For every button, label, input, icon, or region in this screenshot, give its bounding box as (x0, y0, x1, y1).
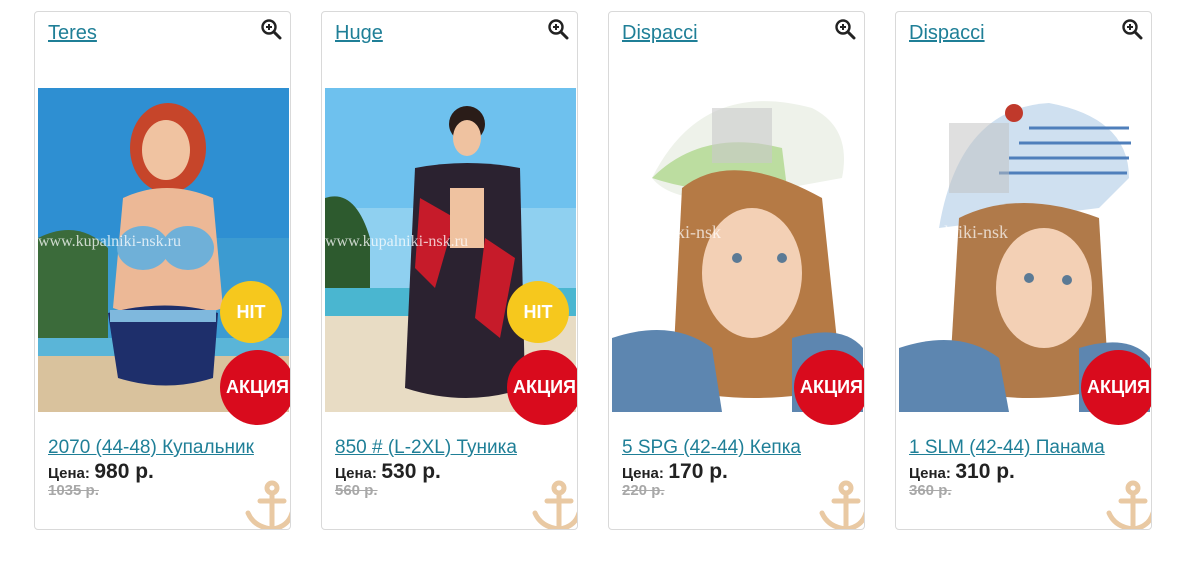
photo-watermark: www.kupalniki-nsk.ru (38, 233, 181, 250)
product-card: Teres www.kupalniki-nsk.ru HIT АКЦИЯ 207… (34, 11, 291, 530)
price: Цена: 170 р. (622, 460, 728, 484)
price-label: Цена: (48, 465, 90, 482)
sale-badge: АКЦИЯ (1081, 350, 1151, 425)
anchor-icon (819, 480, 864, 529)
brand-link[interactable]: Teres (48, 22, 97, 45)
zoom-icon[interactable] (1121, 18, 1143, 40)
product-title-link[interactable]: 2070 (44-48) Купальник (48, 437, 254, 459)
price: Цена: 310 р. (909, 460, 1015, 484)
photo-watermark: www.kupalniki-nsk.ru (325, 233, 468, 250)
product-title-link[interactable]: 5 SPG (42-44) Кепка (622, 437, 801, 459)
price-value: 170 р. (668, 460, 728, 483)
product-title-link[interactable]: 850 # (L-2XL) Туника (335, 437, 517, 459)
price-label: Цена: (335, 465, 377, 482)
old-price: 560 р. (335, 482, 378, 499)
price: Цена: 980 р. (48, 460, 154, 484)
zoom-icon[interactable] (547, 18, 569, 40)
anchor-icon (245, 480, 290, 529)
zoom-icon[interactable] (260, 18, 282, 40)
brand-link[interactable]: Dispacci (909, 22, 985, 45)
photo-watermark: kupalniki-nsk (909, 222, 1008, 242)
product-card: Dispacci kupalniki-nsk АКЦИЯ 1 SLM (42-4… (895, 11, 1152, 530)
price-label: Цена: (909, 465, 951, 482)
price-label: Цена: (622, 465, 664, 482)
anchor-icon (1106, 480, 1151, 529)
brand-link[interactable]: Huge (335, 22, 383, 45)
hit-badge: HIT (220, 281, 282, 343)
price-value: 310 р. (955, 460, 1015, 483)
anchor-icon (532, 480, 577, 529)
sale-badge: АКЦИЯ (507, 350, 577, 425)
price-value: 530 р. (381, 460, 441, 483)
old-price: 360 р. (909, 482, 952, 499)
old-price: 1035 р. (48, 482, 99, 499)
product-card: Dispacci kupalniki-nsk АКЦИЯ 5 SPG (42-4… (608, 11, 865, 530)
product-card: Huge www.kupalniki-nsk.ru HIT АКЦИЯ 850 … (321, 11, 578, 530)
price: Цена: 530 р. (335, 460, 441, 484)
price-value: 980 р. (94, 460, 154, 483)
sale-badge: АКЦИЯ (220, 350, 290, 425)
product-grid: Teres www.kupalniki-nsk.ru HIT АКЦИЯ 207… (0, 0, 1184, 562)
zoom-icon[interactable] (834, 18, 856, 40)
old-price: 220 р. (622, 482, 665, 499)
photo-watermark: kupalniki-nsk (622, 222, 721, 242)
product-title-link[interactable]: 1 SLM (42-44) Панама (909, 437, 1105, 459)
brand-link[interactable]: Dispacci (622, 22, 698, 45)
hit-badge: HIT (507, 281, 569, 343)
sale-badge: АКЦИЯ (794, 350, 864, 425)
